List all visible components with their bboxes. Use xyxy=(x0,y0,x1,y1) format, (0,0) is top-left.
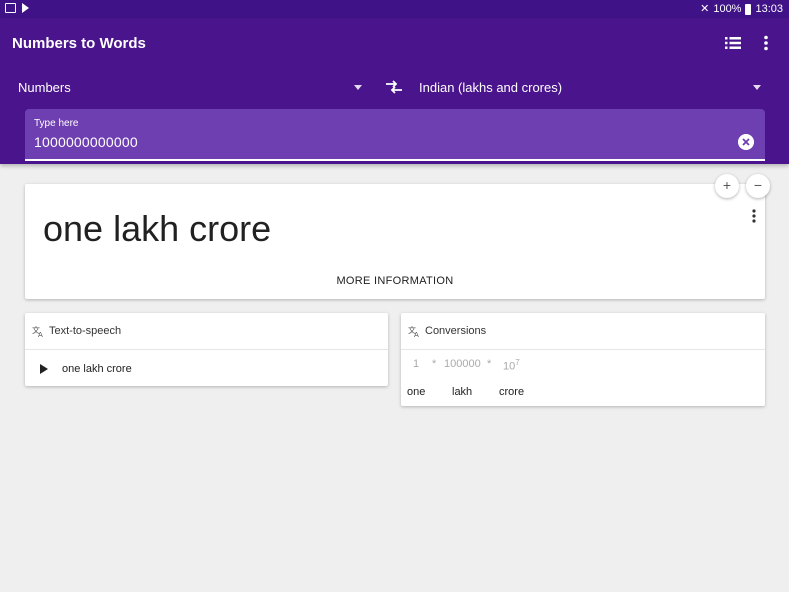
more-vert-icon[interactable] xyxy=(758,35,774,51)
number-input-box[interactable]: Type here xyxy=(25,109,765,161)
input-label: Type here xyxy=(34,118,79,129)
factor-crore: 107 xyxy=(503,358,520,373)
card-title: Text-to-speech xyxy=(49,325,122,337)
word-one: one xyxy=(407,386,426,398)
card-header: 文 A Text-to-speech xyxy=(25,313,388,350)
result-text: one lakh crore xyxy=(43,208,272,249)
svg-text:A: A xyxy=(38,331,43,337)
clear-icon[interactable] xyxy=(738,134,754,150)
translate-icon: 文 A xyxy=(408,325,419,337)
image-notification-icon xyxy=(5,3,16,13)
battery-icon xyxy=(745,3,752,15)
card-title: Conversions xyxy=(425,325,487,337)
app-bar: Numbers to Words Numbers Indian (lakhs a… xyxy=(0,18,789,164)
media-notification-icon xyxy=(22,3,29,13)
play-icon[interactable] xyxy=(40,364,48,374)
factor-crore-exponent: 7 xyxy=(515,358,520,367)
tts-text: one lakh crore xyxy=(62,363,132,375)
number-input[interactable] xyxy=(34,134,714,150)
from-format-label: Numbers xyxy=(18,80,71,95)
more-information-button[interactable]: MORE INFORMATION xyxy=(25,275,765,287)
word-lakh: lakh xyxy=(452,386,473,398)
word-crore: crore xyxy=(499,386,525,398)
battery-percent: 100% xyxy=(713,3,742,15)
factor-crore-base: 10 xyxy=(503,360,516,373)
zoom-out-button[interactable]: − xyxy=(746,174,770,198)
factor-lakh: 100000 xyxy=(444,358,481,370)
to-format-dropdown[interactable]: Indian (lakhs and crores) xyxy=(419,76,763,100)
status-bar: ✕ 100% 13:03 xyxy=(0,0,789,18)
chevron-down-icon xyxy=(354,85,362,90)
clock: 13:03 xyxy=(755,3,783,15)
text-to-speech-card: 文 A Text-to-speech one lakh crore xyxy=(25,313,388,386)
zoom-in-button[interactable]: + xyxy=(715,174,739,198)
more-vert-icon[interactable] xyxy=(749,208,759,224)
list-view-icon[interactable] xyxy=(725,36,741,50)
chevron-down-icon xyxy=(753,85,761,90)
svg-text:A: A xyxy=(414,331,419,337)
to-format-label: Indian (lakhs and crores) xyxy=(419,80,563,95)
from-format-dropdown[interactable]: Numbers xyxy=(18,76,362,100)
card-header: 文 A Conversions xyxy=(401,313,765,350)
multiply-operator: * xyxy=(487,358,492,370)
mute-icon: ✕ xyxy=(700,2,710,15)
swap-icon[interactable] xyxy=(385,79,403,95)
app-title: Numbers to Words xyxy=(12,35,146,52)
translate-icon: 文 A xyxy=(32,325,43,337)
factor-one: 1 xyxy=(413,358,420,370)
conversions-card: 文 A Conversions 1 * 100000 * 107 one lak… xyxy=(401,313,765,406)
multiply-operator: * xyxy=(432,358,437,370)
result-card: one lakh crore MORE INFORMATION xyxy=(25,184,765,299)
